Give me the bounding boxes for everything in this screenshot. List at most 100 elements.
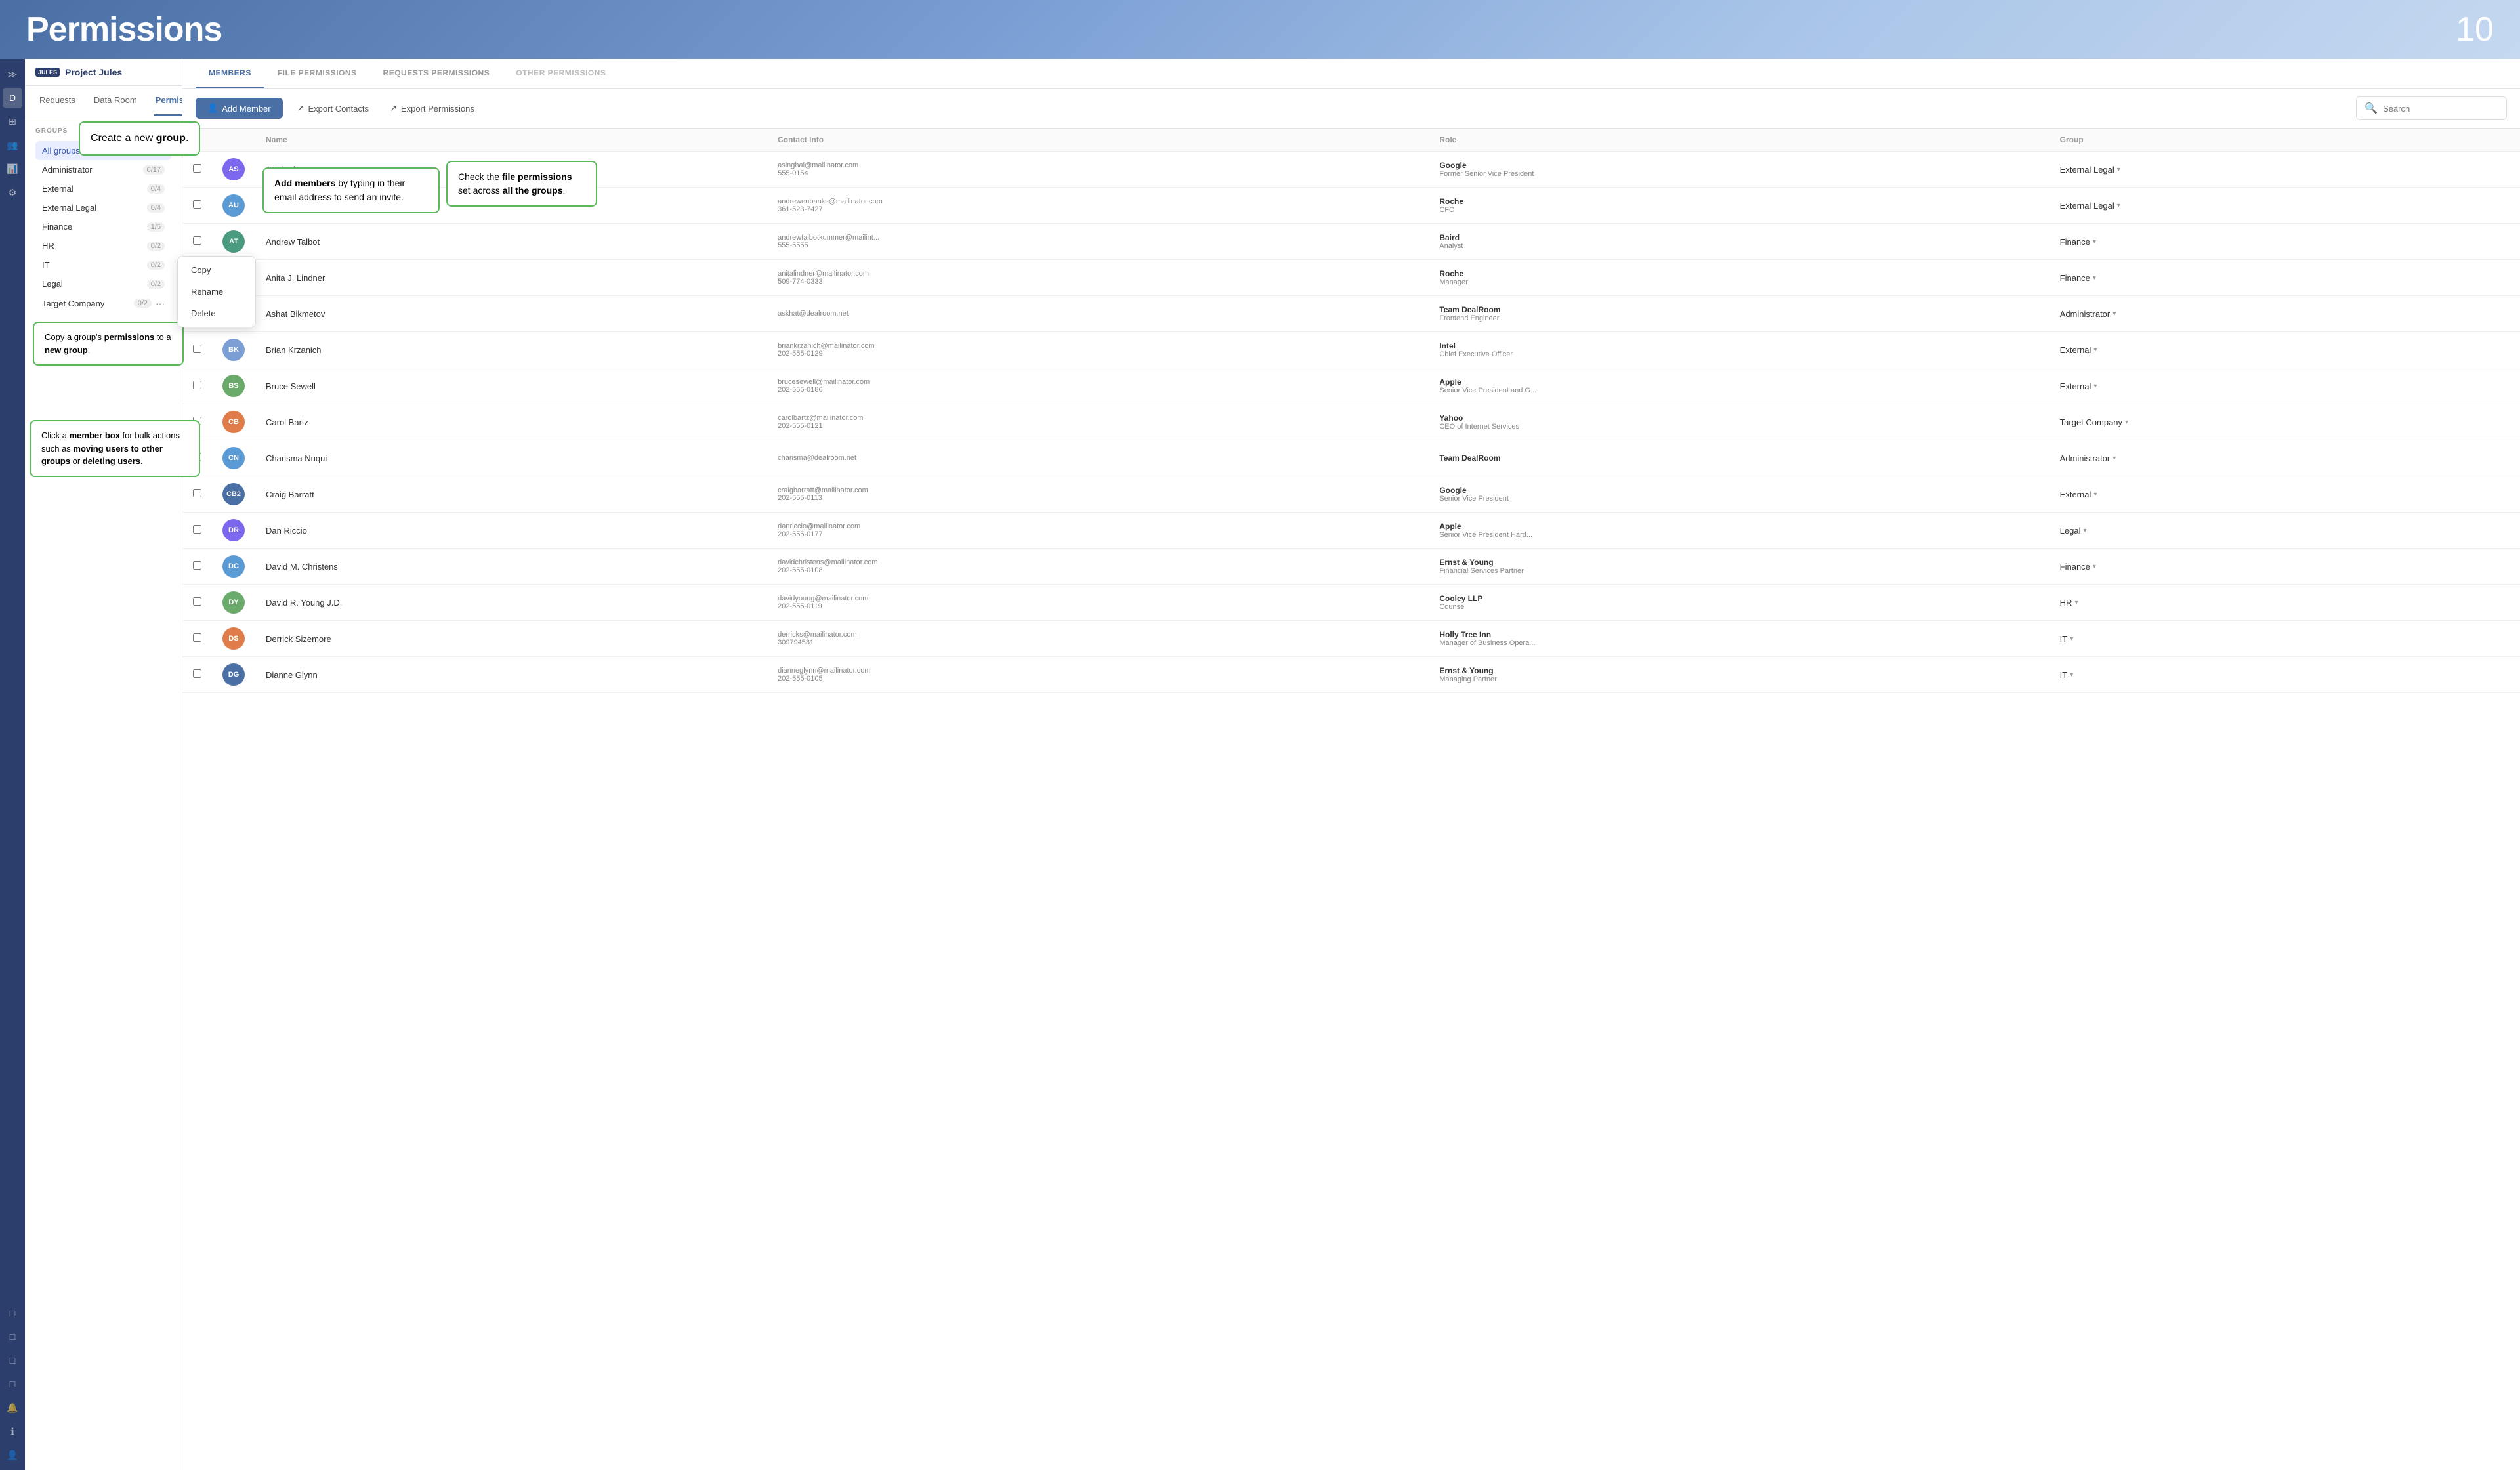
table-row: CB Carol Bartz carolbartz@mailinator.com… [182,404,2520,440]
table-row: AB Ashat Bikmetov askhat@dealroom.net Te… [182,296,2520,332]
row-avatar-cell: DG [212,657,255,693]
row-group-cell: Finance ▾ [2049,260,2520,296]
avatar: CB2 [222,483,245,505]
group-tag[interactable]: IT ▾ [2060,670,2510,680]
nav-tab-permissions[interactable]: Permissions [154,86,182,116]
group-item-externallegal[interactable]: External Legal 0/4 [35,198,171,217]
row-checkbox[interactable] [193,236,201,245]
group-item-legal[interactable]: Legal 0/2 [35,274,171,293]
group-tag[interactable]: External Legal ▾ [2060,165,2510,175]
contact-email: danriccio@mailinator.com [778,522,1418,530]
group-tag[interactable]: Administrator ▾ [2060,309,2510,319]
group-item-finance[interactable]: Finance 1/5 [35,217,171,236]
row-avatar-cell: CB [212,404,255,440]
row-checkbox[interactable] [193,200,201,209]
sidebar-icon-user-bottom[interactable]: 👤 [3,1445,22,1465]
row-avatar-cell: BS [212,368,255,404]
group-tag[interactable]: External ▾ [2060,490,2510,499]
group-tag[interactable]: Target Company ▾ [2060,417,2510,427]
row-checkbox[interactable] [193,669,201,678]
row-checkbox[interactable] [193,164,201,173]
table-row: DS Derrick Sizemore derricks@mailinator.… [182,621,2520,657]
add-member-button[interactable]: 👤 Add Member [196,98,283,119]
sidebar-icon-app2[interactable]: □ [3,1327,22,1347]
contact-email: brucesewell@mailinator.com [778,378,1418,386]
sub-tab-requests-permissions[interactable]: REQUESTS PERMISSIONS [370,59,503,88]
row-group-cell: External ▾ [2049,368,2520,404]
row-checkbox[interactable] [193,633,201,642]
row-contact-cell: askhat@dealroom.net [767,296,1429,332]
avatar: AT [222,230,245,253]
group-tag[interactable]: Administrator ▾ [2060,453,2510,463]
row-checkbox[interactable] [193,561,201,570]
sidebar-icon-avatar[interactable]: D [3,88,22,108]
sidebar-icon-app4[interactable]: □ [3,1374,22,1394]
sidebar-icon-layers[interactable]: ⊞ [3,112,22,131]
row-checkbox-cell [182,224,212,260]
sidebar-icon-expand[interactable]: ≫ [3,64,22,84]
group-tag[interactable]: IT ▾ [2060,634,2510,644]
group-tag[interactable]: Finance ▾ [2060,237,2510,247]
member-name: David M. Christens [266,562,338,572]
export-permissions-button[interactable]: ↗ Export Permissions [383,98,481,119]
group-tag[interactable]: Finance ▾ [2060,273,2510,283]
avatar: BK [222,339,245,361]
row-checkbox[interactable] [193,345,201,353]
table-row: AT Andrew Talbot andrewtalbotkummer@mail… [182,224,2520,260]
group-tag[interactable]: Finance ▾ [2060,562,2510,572]
sub-tab-members[interactable]: MEMBERS [196,59,264,88]
icon-sidebar: ≫ D ⊞ 👥 📊 ⚙ □ □ □ □ 🔔 ℹ 👤 [0,59,25,1470]
role-title: Chief Executive Officer [1439,350,2038,358]
export-permissions-icon: ↗ [390,103,397,114]
row-checkbox[interactable] [193,597,201,606]
role-title: Manager of Business Opera... [1439,639,2038,647]
group-tag[interactable]: External Legal ▾ [2060,201,2510,211]
group-item-hr[interactable]: HR 0/2 [35,236,171,255]
group-tag[interactable]: External ▾ [2060,381,2510,391]
contact-email: anitalindner@mailinator.com [778,270,1418,278]
sidebar-icon-info[interactable]: ℹ [3,1421,22,1441]
row-group-cell: External Legal ▾ [2049,188,2520,224]
row-contact-cell: carolbartz@mailinator.com 202-555-0121 [767,404,1429,440]
row-contact-cell: brucesewell@mailinator.com 202-555-0186 [767,368,1429,404]
group-tag[interactable]: Legal ▾ [2060,526,2510,536]
row-name-cell: Dianne Glynn [255,657,767,693]
row-role-cell: Google Former Senior Vice President [1429,152,2049,188]
sidebar-icon-settings[interactable]: ⚙ [3,182,22,202]
group-item-administrator[interactable]: Administrator 0/17 [35,160,171,179]
sidebar-icon-chart[interactable]: 📊 [3,159,22,178]
sub-tab-file-permissions[interactable]: FILE PERMISSIONS [264,59,370,88]
sidebar-icon-users[interactable]: 👥 [3,135,22,155]
context-menu-rename[interactable]: Rename [178,281,182,303]
group-item-targetcompany[interactable]: Target Company 0/2 ··· [35,293,171,313]
row-contact-cell: asinghal@mailinator.com 555-0154 [767,152,1429,188]
row-checkbox[interactable] [193,489,201,497]
table-row: DG Dianne Glynn dianneglynn@mailinator.c… [182,657,2520,693]
avatar-initials: AU [228,201,239,209]
nav-tab-requests[interactable]: Requests [38,86,77,116]
export-contacts-button[interactable]: ↗ Export Contacts [291,98,375,119]
chevron-down-icon: ▾ [2093,491,2097,498]
row-name-cell: David R. Young J.D. [255,585,767,621]
group-item-external[interactable]: External 0/4 [35,179,171,198]
sidebar-icon-bell[interactable]: 🔔 [3,1398,22,1418]
group-more-icon[interactable]: ··· [156,298,165,308]
group-tag[interactable]: External ▾ [2060,345,2510,355]
table-row: AL Anita J. Lindner anitalindner@mailina… [182,260,2520,296]
row-checkbox[interactable] [193,381,201,389]
sidebar-icon-app3[interactable]: □ [3,1351,22,1370]
search-input[interactable] [2383,104,2498,114]
group-tag[interactable]: HR ▾ [2060,598,2510,608]
row-checkbox[interactable] [193,525,201,534]
sub-tab-other-permissions[interactable]: OTHER PERMISSIONS [503,59,619,88]
context-menu-delete[interactable]: Delete [178,303,182,324]
group-tag-name: IT [2060,634,2068,644]
main-content: MEMBERS FILE PERMISSIONS REQUESTS PERMIS… [182,59,2520,1470]
nav-tab-dataroom[interactable]: Data Room [93,86,138,116]
chevron-down-icon: ▾ [2070,635,2073,642]
context-menu-copy[interactable]: Copy [178,259,182,281]
add-person-icon: 👤 [207,103,218,114]
sidebar-icon-app1[interactable]: □ [3,1303,22,1323]
group-item-it[interactable]: IT 0/2 [35,255,171,274]
row-group-cell: Administrator ▾ [2049,296,2520,332]
